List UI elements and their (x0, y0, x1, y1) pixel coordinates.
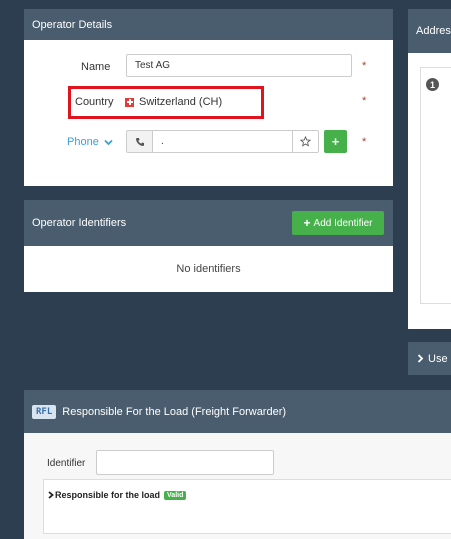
phone-icon-addon (126, 130, 153, 153)
operator-identifiers-header: Operator Identifiers + Add Identifier (24, 200, 393, 246)
operator-identifiers-panel: Operator Identifiers + Add Identifier No… (24, 200, 393, 292)
identifier-label: Identifier (47, 458, 86, 469)
chevron-right-icon (48, 491, 54, 499)
address-header: Addres (408, 9, 451, 53)
phone-icon (135, 137, 144, 146)
phone-required-mark: * (362, 136, 367, 148)
operator-details-panel: Operator Details Name Test AG * Country … (24, 9, 393, 186)
chevron-right-icon (417, 354, 424, 363)
add-identifier-label: Add Identifier (313, 217, 373, 229)
rfl-header: RFL Responsible For the Load (Freight Fo… (24, 390, 451, 433)
add-phone-button[interactable]: + (324, 130, 347, 153)
phone-type-dropdown[interactable]: Phone (67, 136, 113, 148)
valid-status-badge: Valid (164, 490, 187, 500)
country-name: Switzerland (CH) (139, 96, 223, 108)
rfl-tree-box: Responsible for the load Valid (43, 479, 451, 534)
rfl-title: Responsible For the Load (Freight Forwar… (62, 405, 287, 418)
country-label: Country (75, 96, 114, 108)
plus-icon: + (303, 216, 311, 230)
country-required-mark: * (362, 95, 367, 107)
name-required-mark: * (362, 60, 367, 72)
address-number: 1 (429, 79, 435, 90)
rfl-panel: RFL Responsible For the Load (Freight Fo… (24, 390, 451, 539)
phone-number-value: . (161, 136, 164, 147)
no-identifiers-text: No identifiers (176, 263, 241, 275)
phone-number-field[interactable]: . (152, 130, 293, 153)
operator-identifiers-title: Operator Identifiers (32, 217, 127, 229)
star-outline-icon (300, 136, 311, 147)
chevron-down-icon (104, 139, 113, 145)
address-number-badge: 1 (426, 78, 439, 91)
users-section-toggle[interactable]: Use (408, 342, 451, 375)
rfl-body: Identifier Responsible for the load Vali… (24, 433, 451, 539)
rfl-tree-item[interactable]: Responsible for the load Valid (48, 490, 187, 500)
rfl-badge: RFL (32, 404, 57, 419)
plus-icon: + (331, 134, 340, 149)
name-label: Name (81, 61, 111, 73)
swiss-flag-icon (125, 97, 134, 107)
rfl-tree-label: Responsible for the load (55, 490, 161, 500)
address-inner-box: 1 (420, 67, 451, 304)
users-label: Use (428, 352, 448, 365)
address-panel: Addres 1 (408, 9, 451, 329)
country-value[interactable]: Switzerland (CH) (125, 96, 222, 108)
name-field[interactable]: Test AG (126, 54, 352, 77)
operator-details-header: Operator Details (24, 9, 393, 40)
add-identifier-button[interactable]: + Add Identifier (292, 211, 384, 235)
identifier-input[interactable] (96, 450, 274, 475)
phone-favorite-button[interactable] (292, 130, 319, 153)
name-value: Test AG (135, 60, 171, 71)
address-title: Addres (416, 25, 451, 37)
operator-details-title: Operator Details (32, 18, 113, 31)
phone-label: Phone (67, 136, 99, 148)
